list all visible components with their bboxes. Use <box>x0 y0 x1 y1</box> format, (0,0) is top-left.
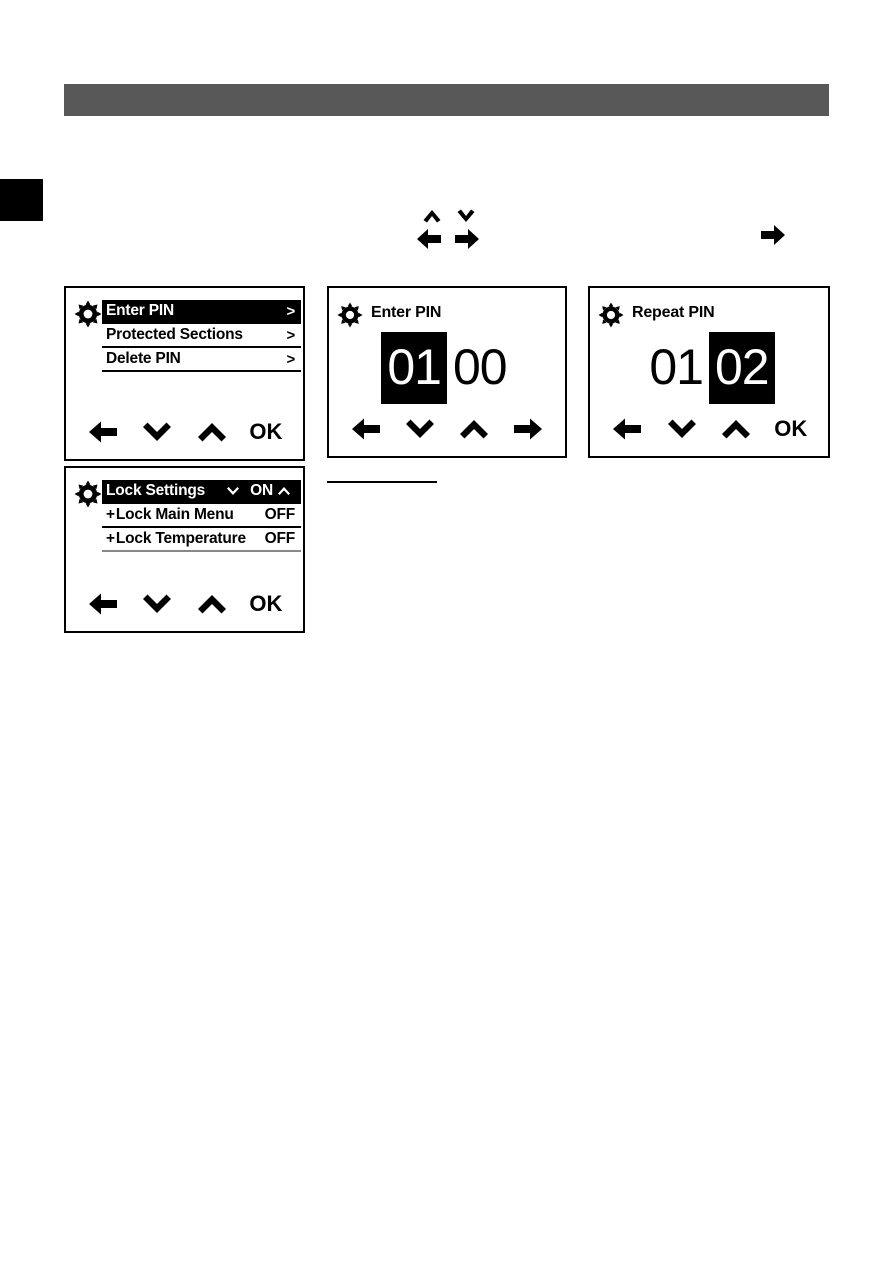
menu-row-value: OFF <box>264 530 296 547</box>
softkey-down-chevron-down-icon[interactable] <box>135 589 179 619</box>
softkey-down-chevron-down-icon[interactable] <box>135 417 179 447</box>
softkey-up-chevron-up-icon[interactable] <box>714 414 758 444</box>
lcd-body: Enter PIN 01 00 <box>329 288 565 404</box>
menu-row-label: Protected Sections <box>106 326 243 343</box>
gear-icon <box>74 300 102 328</box>
softkey-ok-button[interactable]: OK <box>769 414 813 444</box>
softkey-ok-button[interactable]: OK <box>244 589 288 619</box>
pin-digit-group-2[interactable]: 02 <box>709 332 775 404</box>
lcd-panel-enter-pin: Enter PIN 01 00 <box>327 286 567 458</box>
softkey-down-chevron-down-icon[interactable] <box>660 414 704 444</box>
menu-row-enter-pin[interactable]: Enter PIN > <box>102 300 301 324</box>
menu-row-label: Lock Settings <box>106 482 206 499</box>
pin-digit-group-2[interactable]: 00 <box>447 332 513 404</box>
softkey-back-arrow-left-icon[interactable] <box>605 414 649 444</box>
panel-title: Repeat PIN <box>632 304 715 321</box>
lcd-panel-pin-menu: Enter PIN > Protected Sections > Delete … <box>64 286 305 461</box>
chevron-up-icon[interactable] <box>277 486 291 496</box>
horizontal-rule <box>327 481 437 483</box>
menu-row-label: Delete PIN <box>106 350 181 367</box>
menu-row-value: OFF <box>264 506 296 523</box>
menu-row-label: Enter PIN <box>106 302 174 319</box>
panel-title: Enter PIN <box>371 304 442 321</box>
gear-icon <box>337 302 365 330</box>
navigation-arrow-cluster <box>412 208 482 256</box>
gear-icon <box>598 302 626 330</box>
menu-list: Enter PIN > Protected Sections > Delete … <box>102 300 301 372</box>
softkey-back-arrow-left-icon[interactable] <box>81 417 125 447</box>
menu-row-lock-main-menu[interactable]: + Lock Main Menu OFF <box>102 504 301 528</box>
page-edge-tab-marker <box>0 179 43 221</box>
menu-list: Lock Settings ON + Lock Main Menu OFF + … <box>102 480 301 552</box>
softkey-back-arrow-left-icon[interactable] <box>344 414 388 444</box>
plus-icon: + <box>106 530 115 547</box>
menu-row-label: Lock Temperature <box>115 530 246 547</box>
chevron-down-icon[interactable] <box>226 486 240 496</box>
softkey-up-chevron-up-icon[interactable] <box>190 589 234 619</box>
pin-digit-group-1[interactable]: 01 <box>643 332 709 404</box>
chevron-up-icon <box>422 208 442 229</box>
softkey-up-chevron-up-icon[interactable] <box>190 417 234 447</box>
lcd-body: Lock Settings ON + Lock Main Menu OFF + … <box>66 468 303 579</box>
softkey-bar: OK <box>590 412 828 446</box>
menu-row-label: Lock Main Menu <box>115 506 234 523</box>
pin-digit-row: 01 02 <box>590 332 828 404</box>
arrow-right-icon <box>454 228 480 255</box>
gear-icon <box>74 480 102 508</box>
arrow-left-icon <box>416 228 442 255</box>
menu-row-protected-sections[interactable]: Protected Sections > <box>102 324 301 348</box>
lcd-body: Enter PIN > Protected Sections > Delete … <box>66 288 303 407</box>
chevron-right-icon: > <box>286 302 295 320</box>
header-bar <box>64 84 829 116</box>
chevron-down-icon <box>456 208 476 229</box>
menu-row-value: ON <box>250 482 273 499</box>
softkey-back-arrow-left-icon[interactable] <box>81 589 125 619</box>
softkey-forward-arrow-right-icon[interactable] <box>506 414 550 444</box>
chevron-right-icon: > <box>286 326 295 344</box>
menu-row-lock-settings[interactable]: Lock Settings ON <box>102 480 301 504</box>
arrow-right-icon <box>760 224 786 248</box>
softkey-bar: OK <box>66 587 303 621</box>
softkey-bar: OK <box>66 415 303 449</box>
plus-icon: + <box>106 506 115 523</box>
softkey-up-chevron-up-icon[interactable] <box>452 414 496 444</box>
lcd-body: Repeat PIN 01 02 <box>590 288 828 404</box>
menu-row-lock-temperature[interactable]: + Lock Temperature OFF <box>102 528 301 552</box>
softkey-down-chevron-down-icon[interactable] <box>398 414 442 444</box>
softkey-bar <box>329 412 565 446</box>
lcd-panel-lock-settings: Lock Settings ON + Lock Main Menu OFF + … <box>64 466 305 633</box>
softkey-ok-button[interactable]: OK <box>244 417 288 447</box>
menu-row-delete-pin[interactable]: Delete PIN > <box>102 348 301 372</box>
pin-digit-group-1[interactable]: 01 <box>381 332 447 404</box>
chevron-right-icon: > <box>286 350 295 368</box>
lcd-panel-repeat-pin: Repeat PIN 01 02 OK <box>588 286 830 458</box>
pin-digit-row: 01 00 <box>329 332 565 404</box>
